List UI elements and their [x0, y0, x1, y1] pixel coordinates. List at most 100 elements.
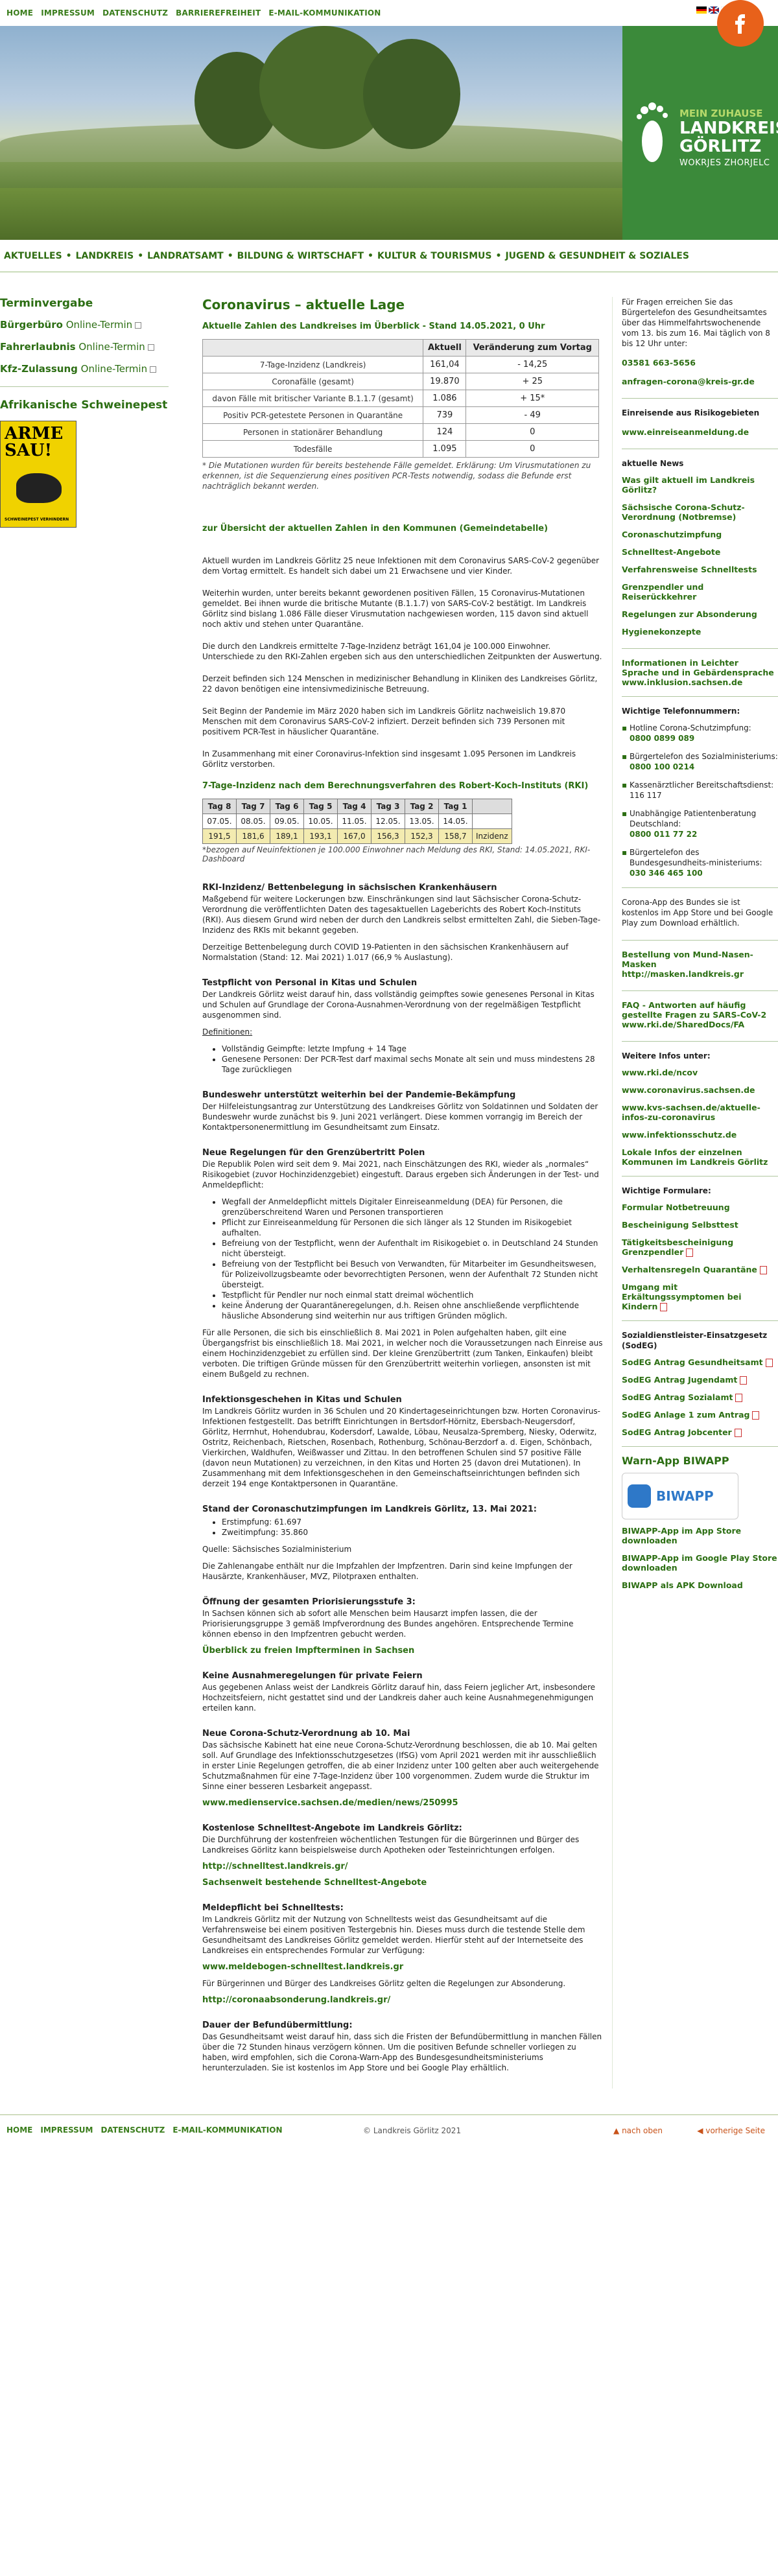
- rki-incidence-table: Tag 8 Tag 7 Tag 6 Tag 5 Tag 4 Tag 3 Tag 2 Tag 1…: [202, 799, 512, 844]
- info-link[interactable]: www.infektionsschutz.de: [622, 1130, 778, 1140]
- buergertelefon-block: Für Fragen erreichen Sie das Bürgertelef…: [622, 297, 778, 386]
- impftermine-link[interactable]: Überblick zu freien Impfterminen in Sach…: [202, 1646, 603, 1656]
- phone-link[interactable]: 03581 663-5656: [622, 358, 778, 368]
- news-link[interactable]: Schnelltest-Angebote: [622, 547, 778, 557]
- news-link[interactable]: Verfahrensweise Schnelltests: [622, 565, 778, 574]
- nav-landkreis[interactable]: LANDKREIS: [72, 251, 138, 272]
- pdf-icon: [740, 1376, 748, 1385]
- divider: [0, 386, 169, 387]
- info-link[interactable]: www.rki.de/ncov: [622, 1068, 778, 1077]
- email-link[interactable]: anfragen-corona@kreis-gr.de: [622, 377, 778, 386]
- section-schnelltest: Kostenlose Schnelltest-Angebote im Landk…: [202, 1823, 603, 1888]
- form-link[interactable]: Tätigkeitsbescheinigung Grenzpendler: [622, 1237, 778, 1257]
- top-nav-datenschutz[interactable]: DATENSCHUTZ: [102, 8, 168, 18]
- form-link[interactable]: Bescheinigung Selbsttest: [622, 1220, 778, 1230]
- external-link-icon: [135, 322, 142, 329]
- copyright: © Landkreis Görlitz 2021: [363, 2126, 462, 2135]
- section-rki: RKI-Inzidenz/ Bettenbelegung in sächsisc…: [202, 883, 601, 962]
- top-nav-barrierefreiheit[interactable]: BARRIEREFREIHEIT: [176, 8, 261, 18]
- schnelltest-link[interactable]: http://schnelltest.landkreis.gr/: [202, 1862, 603, 1871]
- arme-sau-subtext: SCHWEINEPEST VERHINDERN: [5, 517, 69, 522]
- news-link[interactable]: Grenzpendler und Reiserückkehrer: [622, 582, 778, 602]
- sodeg-link[interactable]: SodEG Antrag Gesundheitsamt: [622, 1357, 778, 1367]
- pdf-icon: [734, 1429, 742, 1437]
- sodeg-link[interactable]: SodEG Antrag Jobcenter: [622, 1427, 778, 1437]
- form-link[interactable]: Verhaltensregeln Quarantäne: [622, 1265, 778, 1274]
- flag-german-icon[interactable]: [696, 6, 707, 14]
- einreise-link[interactable]: www.einreiseanmeldung.de: [622, 427, 778, 437]
- footer-home[interactable]: HOME: [6, 2125, 32, 2135]
- facebook-button[interactable]: [717, 0, 764, 47]
- biwapp-playstore-link[interactable]: BIWAPP-App im Google Play Store download…: [622, 1553, 778, 1573]
- telefon-heading: Wichtige Telefonnummern:: [622, 707, 740, 716]
- top-nav-impressum[interactable]: IMPRESSUM: [41, 8, 95, 18]
- paragraph: Aktuell wurden im Landkreis Görlitz 25 n…: [202, 556, 600, 576]
- news-link[interactable]: Regelungen zur Absonderung: [622, 609, 778, 619]
- paragraph: Seit Beginn der Pandemie im März 2020 ha…: [202, 707, 566, 736]
- landscape-field: [0, 188, 622, 240]
- landscape-tree: [363, 39, 460, 149]
- nav-bildung[interactable]: BILDUNG & WIRTSCHAFT: [233, 251, 368, 272]
- info-link[interactable]: www.coronavirus.sachsen.de: [622, 1085, 778, 1095]
- biwapp-logo[interactable]: BIWAPP: [622, 1473, 738, 1519]
- nav-kultur[interactable]: KULTUR & TOURISMUS: [373, 251, 496, 272]
- paragraph: Weiterhin wurden, unter bereits bekannt …: [202, 589, 589, 629]
- absonderung-link[interactable]: http://coronaabsonderung.landkreis.gr/: [202, 1995, 603, 2005]
- section-meldepflicht: Meldepflicht bei Schnelltests: Im Landkr…: [202, 1903, 603, 2005]
- nav-landratsamt[interactable]: LANDRATSAMT: [143, 251, 228, 272]
- pdf-icon: [686, 1248, 694, 1257]
- faq-link[interactable]: FAQ - Antworten auf häufig gestellte Fra…: [622, 1000, 778, 1029]
- table-row: Positiv PCR-getestete Personen in Quaran…: [202, 406, 599, 424]
- sachsen-schnelltest-link[interactable]: Sachsenweit bestehende Schnelltest-Angeb…: [202, 1878, 603, 1888]
- paragraph: Die durch den Landkreis ermittelte 7-Tag…: [202, 642, 602, 661]
- flag-english-icon[interactable]: [709, 6, 719, 14]
- biwapp-appstore-link[interactable]: BIWAPP-App im App Store downloaden: [622, 1526, 778, 1545]
- form-link[interactable]: Umgang mit Erkältungssymptomen bei Kinde…: [622, 1282, 778, 1311]
- sodeg-link[interactable]: SodEG Anlage 1 zum Antrag: [622, 1410, 778, 1420]
- mutation-note: * Die Mutationen wurden für bereits best…: [202, 461, 591, 491]
- kfz-link[interactable]: Kfz-Zulassung Online-Termin: [0, 363, 169, 375]
- footer-email[interactable]: E-MAIL-KOMMUNIKATION: [172, 2125, 282, 2135]
- nav-aktuelles[interactable]: AKTUELLES: [0, 251, 66, 272]
- pdf-icon: [765, 1359, 773, 1367]
- masken-link[interactable]: Bestellung von Mund-Nasen-Masken http://…: [622, 950, 778, 979]
- section-verordnung: Neue Corona-Schutz-Verordnung ab 10. Mai…: [202, 1729, 603, 1808]
- table-row: Personen in stationärer Behandlung 124 0: [202, 423, 599, 441]
- news-link[interactable]: Sächsische Corona-Schutz-Verordnung (Not…: [622, 502, 778, 522]
- gemeindetabelle-link[interactable]: zur Übersicht der aktuellen Zahlen in de…: [202, 524, 603, 533]
- buergerbuero-link[interactable]: Bürgerbüro Online-Termin: [0, 319, 169, 331]
- brand-sorbian: WOKRJES ZHORJELC: [679, 158, 770, 168]
- section-feiern: Keine Ausnahmeregelungen für private Fei…: [202, 1671, 595, 1713]
- news-link[interactable]: Hygienekonzepte: [622, 627, 778, 637]
- top-nav-email[interactable]: E-MAIL-KOMMUNIKATION: [268, 8, 381, 18]
- table-row: Todesfälle 1.095 0: [202, 440, 599, 458]
- footer-impressum[interactable]: IMPRESSUM: [40, 2125, 93, 2135]
- leichte-sprache-link[interactable]: Informationen in Leichter Sprache und in…: [622, 658, 778, 687]
- section-testpflicht: Testpflicht von Personal in Kitas und Sc…: [202, 978, 603, 1075]
- news-link[interactable]: Was gilt aktuell im Landkreis Görlitz?: [622, 475, 778, 495]
- form-link[interactable]: Formular Notbetreuung: [622, 1202, 778, 1212]
- external-link-icon: [150, 366, 157, 373]
- meldebogen-link[interactable]: www.meldebogen-schnelltest.landkreis.gr: [202, 1962, 603, 1972]
- paragraph: In Zusammenhang mit einer Coronavirus-In…: [202, 749, 576, 769]
- nav-jugend[interactable]: JUGEND & GESUNDHEIT & SOZIALES: [501, 251, 693, 272]
- biwapp-apk-link[interactable]: BIWAPP als APK Download: [622, 1580, 778, 1590]
- previous-page-link[interactable]: ◀ vorherige Seite: [697, 2126, 765, 2135]
- news-link[interactable]: Coronaschutzimpfung: [622, 530, 778, 539]
- fahrerlaubnis-link[interactable]: Fahrerlaubnis Online-Termin: [0, 341, 169, 353]
- section-befund: Dauer der Befundübermittlung: Das Gesund…: [202, 2020, 602, 2072]
- medienservice-link[interactable]: www.medienservice.sachsen.de/medien/news…: [202, 1798, 603, 1808]
- arme-sau-banner[interactable]: ARME SAU! SCHWEINEPEST VERHINDERN: [0, 421, 77, 528]
- pdf-icon: [752, 1411, 760, 1420]
- back-to-top-link[interactable]: ▲ nach oben: [613, 2126, 663, 2135]
- info-link[interactable]: www.kvs-sachsen.de/aktuelle-infos-zu-cor…: [622, 1103, 778, 1122]
- sodeg-link[interactable]: SodEG Antrag Jugendamt: [622, 1375, 778, 1385]
- sodeg-link[interactable]: SodEG Antrag Sozialamt: [622, 1392, 778, 1402]
- top-nav-home[interactable]: HOME: [6, 8, 33, 18]
- info-link[interactable]: Lokale Infos der einzelnen Kommunen im L…: [622, 1147, 778, 1167]
- rki-heading: 7-Tage-Inzidenz nach dem Berechnungsverf…: [202, 781, 589, 791]
- top-bar: HOME IMPRESSUM DATENSCHUTZ BARRIEREFREIH…: [0, 0, 778, 47]
- brand-logo[interactable]: MEIN ZUHAUSE LANDKREIS GÖRLITZ WOKRJES ZH…: [622, 26, 778, 240]
- pdf-icon: [759, 1266, 767, 1274]
- footer-datenschutz[interactable]: DATENSCHUTZ: [100, 2125, 165, 2135]
